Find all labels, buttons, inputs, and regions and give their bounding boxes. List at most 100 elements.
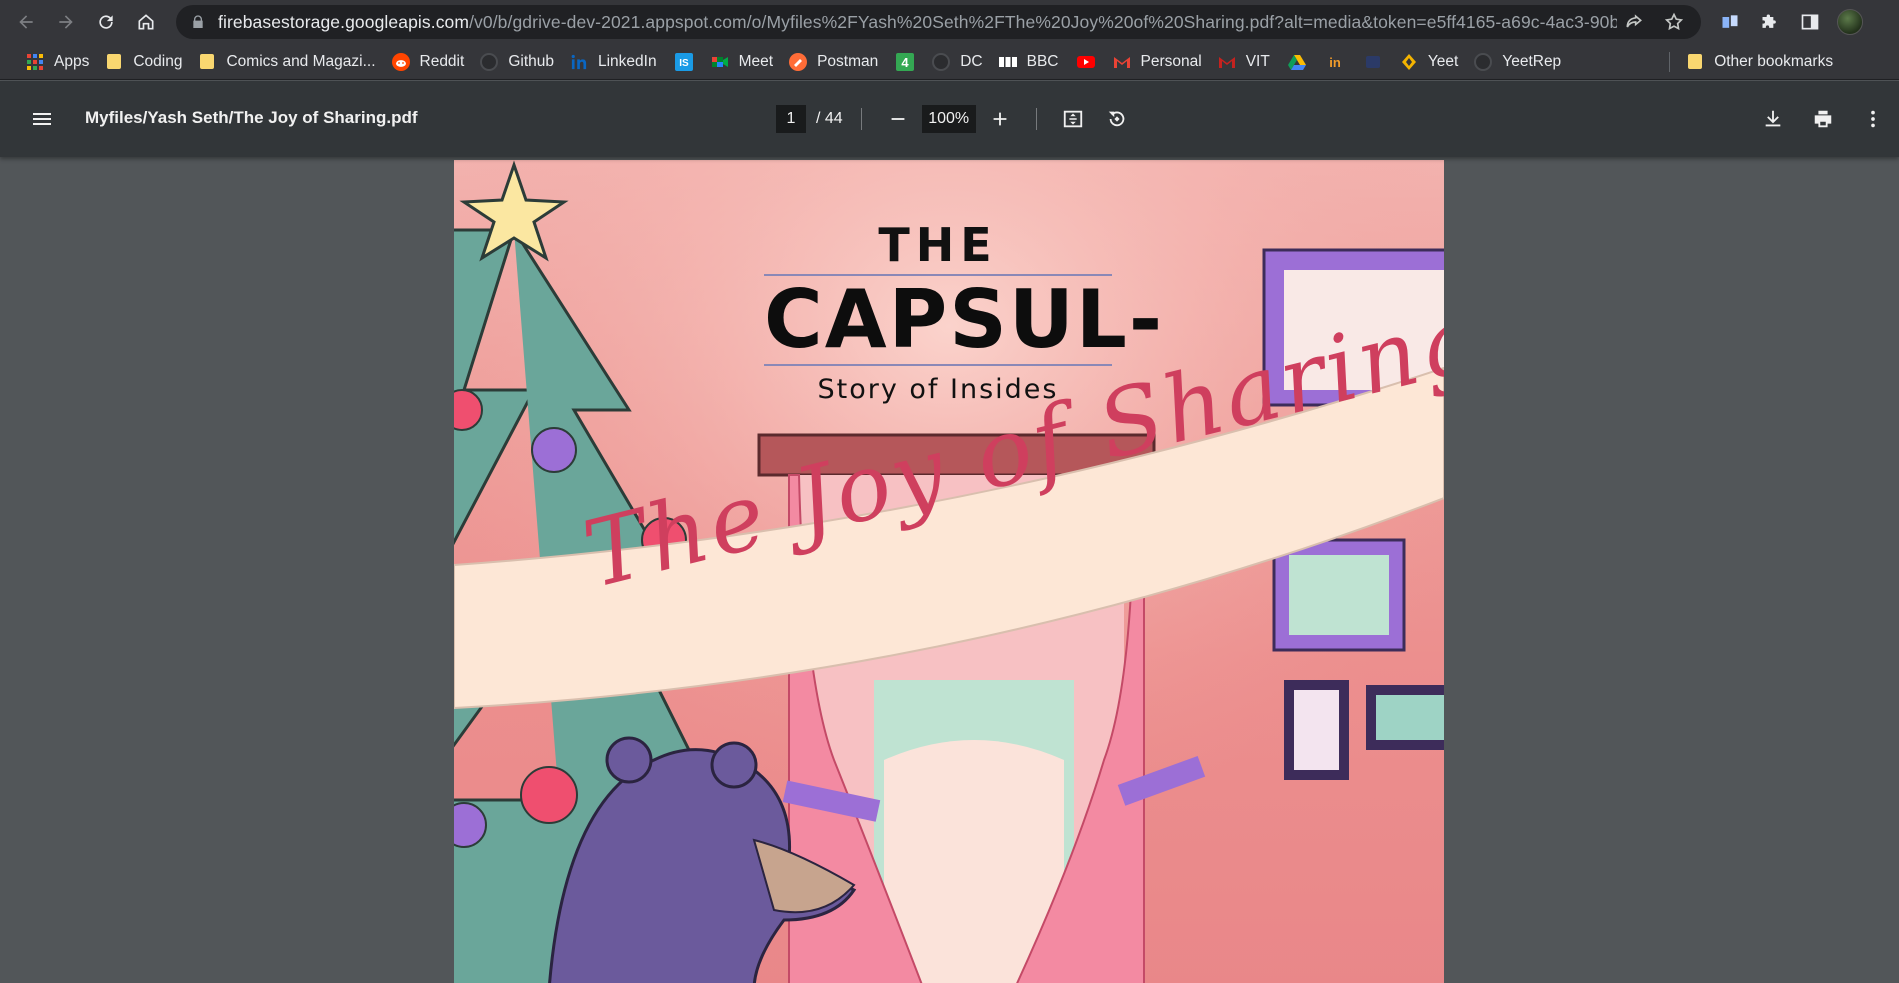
pdf-viewer[interactable]: THE CAPSUL- Story of Insides The Joy of … bbox=[0, 157, 1899, 983]
more-options-button[interactable] bbox=[1855, 101, 1891, 137]
zoom-in-button[interactable] bbox=[982, 101, 1018, 137]
bookmark-other[interactable]: Other bookmarks bbox=[1678, 48, 1841, 76]
brand-name: CAPSUL- bbox=[764, 273, 1165, 366]
bookmark-personal[interactable]: Personal bbox=[1105, 48, 1210, 76]
pdf-menu-button[interactable] bbox=[28, 105, 56, 133]
profile-button[interactable] bbox=[1832, 4, 1868, 40]
gmail-icon bbox=[1113, 53, 1131, 71]
svg-text:in: in bbox=[1329, 55, 1341, 70]
bookmark-label: LinkedIn bbox=[597, 52, 657, 70]
bookmark-label: Apps bbox=[54, 52, 90, 70]
reload-icon bbox=[99, 15, 113, 29]
in-app-icon: in bbox=[1326, 53, 1344, 71]
arrow-left-icon bbox=[19, 15, 33, 29]
zoom-input[interactable]: 100% bbox=[921, 105, 976, 133]
toolbar-divider bbox=[1035, 108, 1037, 130]
bookmark-label: Yeet bbox=[1427, 52, 1459, 70]
browser-toolbar: firebasestorage.googleapis.com/v0/b/gdri… bbox=[0, 0, 1899, 44]
bookmark-vit[interactable]: VIT bbox=[1210, 48, 1278, 76]
share-button[interactable] bbox=[1617, 5, 1651, 39]
back-button[interactable] bbox=[6, 2, 46, 42]
zoom-out-button[interactable] bbox=[880, 101, 916, 137]
svg-text:IS: IS bbox=[679, 58, 689, 69]
folder-icon bbox=[198, 53, 216, 71]
printer-icon bbox=[1814, 110, 1832, 128]
bookmark-label: Reddit bbox=[419, 52, 465, 70]
address-bar[interactable]: firebasestorage.googleapis.com/v0/b/gdri… bbox=[176, 5, 1701, 39]
bookmark-dc[interactable]: DC bbox=[924, 48, 990, 76]
folder-icon bbox=[105, 53, 123, 71]
extensions-menu-button[interactable] bbox=[1752, 4, 1788, 40]
bookmark-meet[interactable]: Meet bbox=[703, 48, 781, 76]
page-number-input[interactable]: 1 bbox=[776, 105, 806, 133]
bookmark-youtube[interactable] bbox=[1067, 48, 1105, 76]
bookmark-yeetrep[interactable]: YeetRep bbox=[1466, 48, 1569, 76]
bookmark-label: DC bbox=[960, 52, 983, 70]
bookmark-reddit[interactable]: Reddit bbox=[384, 48, 473, 76]
rotate-icon bbox=[1108, 111, 1124, 127]
star-icon bbox=[1664, 12, 1684, 31]
side-panel-icon bbox=[1801, 14, 1819, 30]
bookmark-github[interactable]: Github bbox=[472, 48, 562, 76]
pdf-title: Myfiles/Yash Seth/The Joy of Sharing.pdf bbox=[85, 108, 418, 127]
home-button[interactable] bbox=[126, 2, 166, 42]
minus-icon bbox=[891, 118, 905, 120]
postman-icon bbox=[789, 52, 808, 71]
bbc-icon bbox=[998, 53, 1017, 71]
plus-icon bbox=[993, 112, 1007, 126]
page-total: / 44 bbox=[816, 110, 843, 127]
bookmark-apps[interactable]: Apps bbox=[18, 48, 97, 76]
bookmark-label: Postman bbox=[817, 52, 879, 70]
download-button[interactable] bbox=[1755, 101, 1791, 137]
toolbar-divider bbox=[860, 108, 862, 130]
youtube-icon bbox=[1076, 53, 1095, 71]
bookmark-yeet[interactable]: Yeet bbox=[1392, 48, 1466, 76]
extension-button[interactable] bbox=[1712, 4, 1748, 40]
url-path: /v0/b/gdrive-dev-2021.appspot.com/o/Myfi… bbox=[469, 11, 1617, 32]
download-icon bbox=[1765, 110, 1781, 127]
rotate-button[interactable] bbox=[1099, 101, 1135, 137]
bookmark-bbc[interactable]: BBC bbox=[991, 48, 1067, 76]
bookmark-vault[interactable] bbox=[1354, 48, 1392, 76]
bookmark-coding[interactable]: Coding bbox=[97, 48, 190, 76]
url-text[interactable]: firebasestorage.googleapis.com/v0/b/gdri… bbox=[218, 12, 1617, 33]
share-icon bbox=[1626, 14, 1642, 28]
github-icon bbox=[1474, 52, 1493, 71]
reload-button[interactable] bbox=[86, 2, 126, 42]
bookmark-drive[interactable] bbox=[1278, 48, 1316, 76]
bookmark-4[interactable]: 4 bbox=[886, 48, 924, 76]
brand-logo: THE CAPSUL- Story of Insides bbox=[764, 218, 1165, 405]
bookmark-label: Personal bbox=[1140, 52, 1202, 70]
gmail-icon bbox=[1218, 53, 1236, 71]
bookmark-is[interactable]: IS bbox=[665, 48, 703, 76]
forward-button[interactable] bbox=[46, 2, 86, 42]
bookmark-star-button[interactable] bbox=[1657, 5, 1691, 39]
lock-icon bbox=[193, 15, 203, 28]
side-panel-button[interactable] bbox=[1792, 4, 1828, 40]
fit-page-button[interactable] bbox=[1055, 101, 1091, 137]
bookmark-in[interactable]: in bbox=[1316, 48, 1354, 76]
is-app-icon: IS bbox=[674, 52, 693, 71]
bookmark-label: Coding bbox=[133, 52, 183, 70]
puzzle-icon bbox=[1762, 14, 1776, 28]
extension-book-icon bbox=[1722, 15, 1738, 28]
bookmark-postman[interactable]: Postman bbox=[781, 48, 886, 76]
four-app-icon: 4 bbox=[896, 52, 915, 71]
bookmark-label: BBC bbox=[1026, 52, 1059, 70]
print-button[interactable] bbox=[1805, 101, 1841, 137]
bookmark-label: Other bookmarks bbox=[1714, 52, 1834, 70]
vault-icon bbox=[1364, 53, 1382, 71]
pdf-toolbar: Myfiles/Yash Seth/The Joy of Sharing.pdf… bbox=[0, 81, 1899, 157]
avatar bbox=[1837, 9, 1863, 35]
fit-page-icon bbox=[1063, 110, 1082, 128]
bookmark-comics[interactable]: Comics and Magazi... bbox=[190, 48, 383, 76]
bookmark-label: Comics and Magazi... bbox=[226, 52, 376, 70]
pdf-page: THE CAPSUL- Story of Insides The Joy of … bbox=[454, 160, 1444, 983]
bookmark-linkedin[interactable]: LinkedIn bbox=[562, 48, 665, 76]
bookmark-label: Github bbox=[508, 52, 554, 70]
hamburger-icon bbox=[33, 113, 51, 125]
brand-the: THE bbox=[878, 218, 998, 272]
yeet-icon bbox=[1400, 53, 1418, 71]
arrow-right-icon bbox=[59, 15, 73, 29]
bookmarks-divider bbox=[1669, 51, 1671, 72]
